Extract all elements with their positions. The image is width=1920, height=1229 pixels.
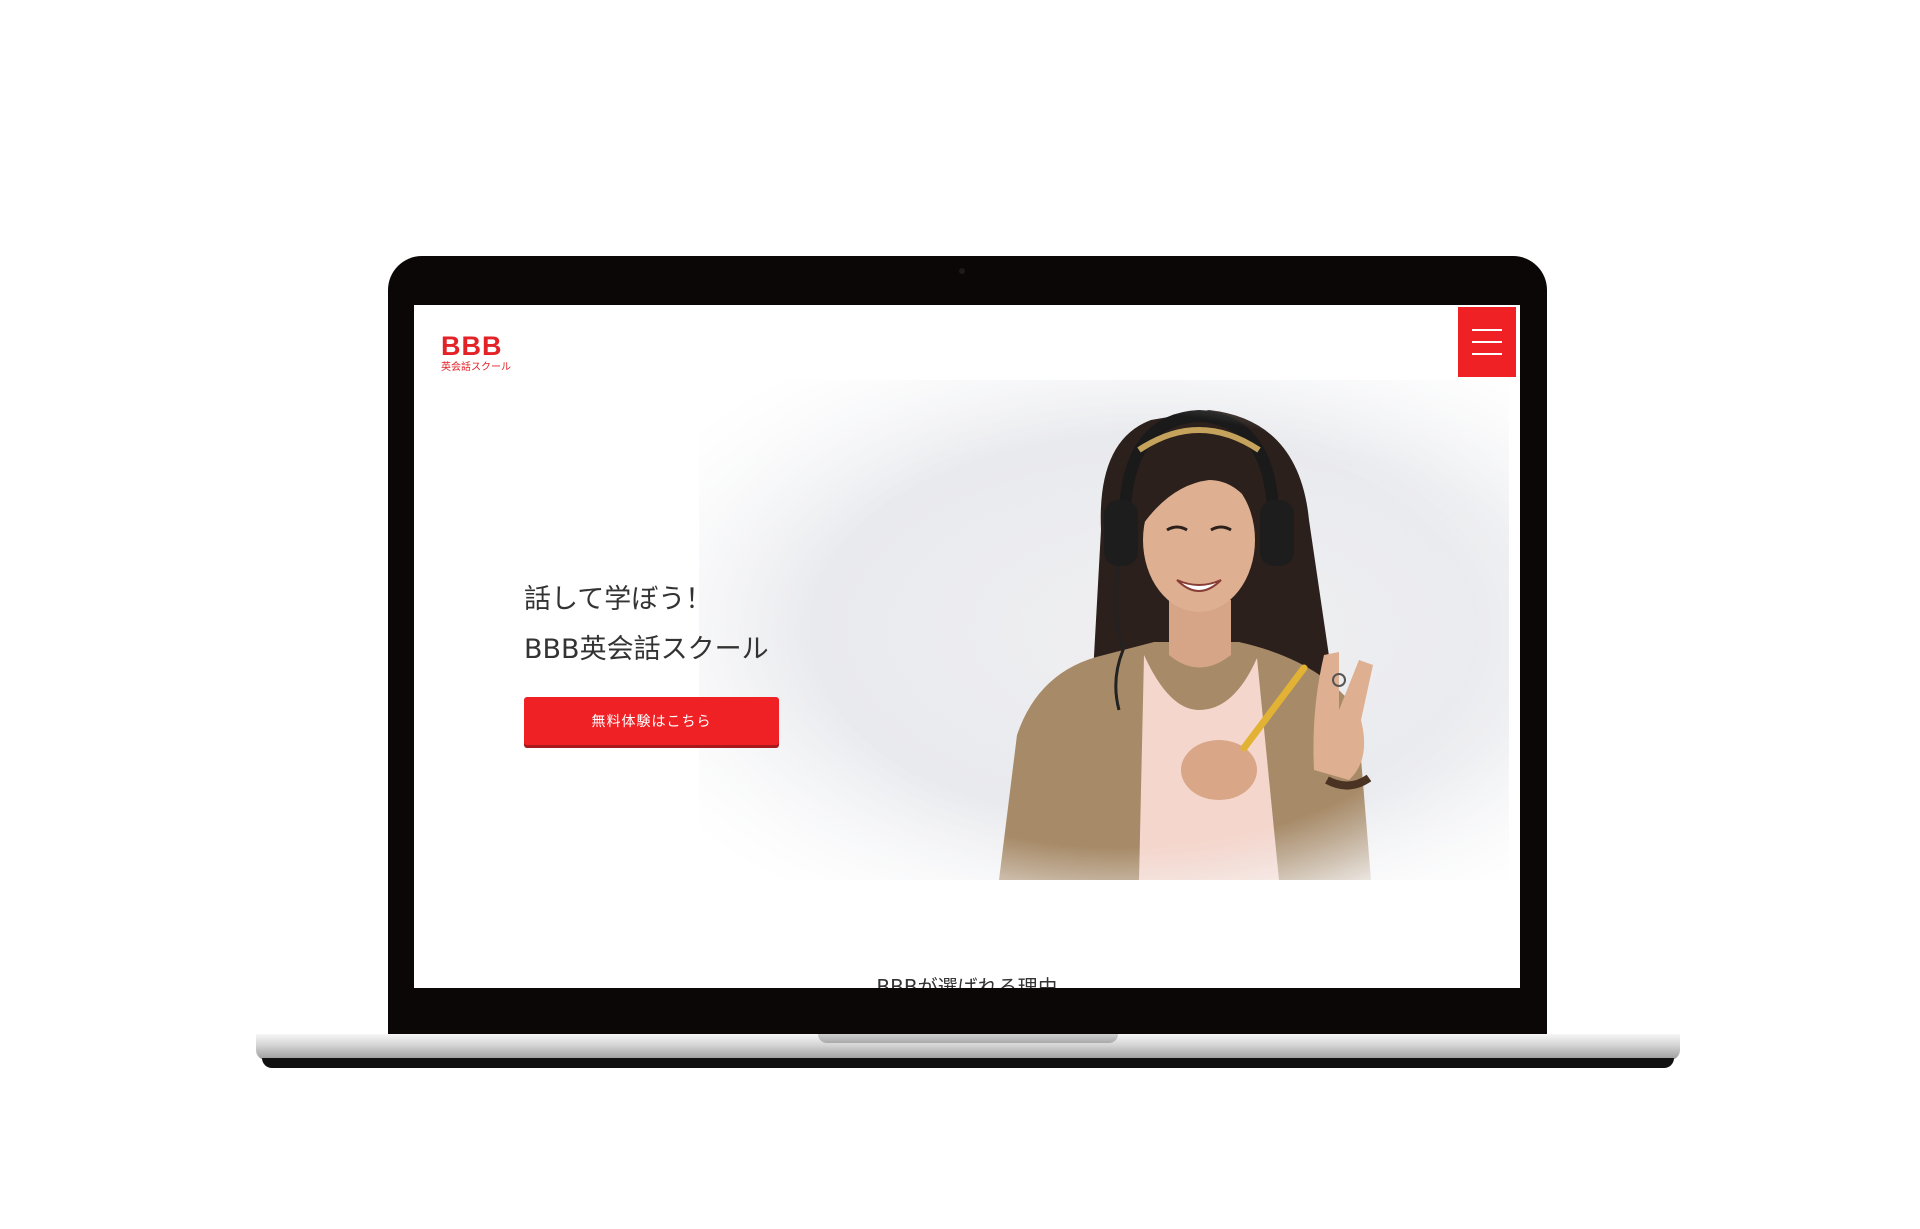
woman-with-headphones-photo — [999, 409, 1373, 880]
hamburger-menu-icon-line-bottom — [1472, 353, 1502, 355]
hero-image — [699, 380, 1509, 880]
site-logo[interactable]: BBB 英会話スクール — [441, 333, 511, 375]
laptop-base-foot — [262, 1058, 1674, 1068]
section-title: BBBが選ばれる理由 — [876, 975, 1058, 988]
hamburger-menu-icon-line-middle — [1472, 341, 1502, 343]
free-trial-button[interactable]: 無料体験はこちら — [524, 697, 779, 745]
hero-headline: 話して学ぼう！ BBB英会話スクール — [524, 575, 769, 675]
hero-headline-line2: BBB英会話スクール — [524, 634, 769, 665]
camera-dot — [959, 268, 965, 274]
hamburger-menu-icon-line-top — [1472, 329, 1502, 331]
website-screen: BBB 英会話スクール 話して学ぼう！ BBB英会話スクール 無料体験はこちら … — [414, 305, 1520, 988]
logo-main-text: BBB — [441, 331, 503, 361]
hero-headline-line1: 話して学ぼう！ — [524, 584, 713, 615]
logo-sub-text: 英会話スクール — [441, 362, 511, 373]
laptop-base-notch — [818, 1034, 1118, 1043]
hamburger-menu-button[interactable] — [1458, 307, 1516, 377]
